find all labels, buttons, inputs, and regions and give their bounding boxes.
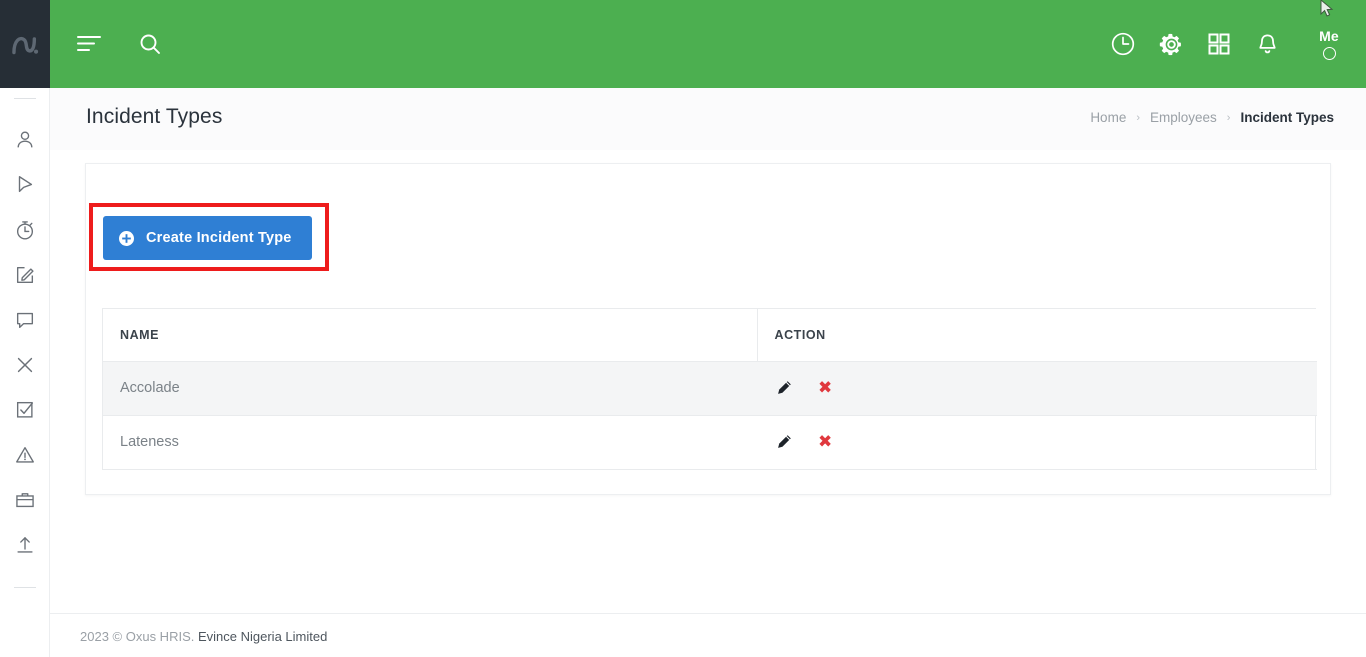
sidebar-item-warning[interactable] bbox=[2, 432, 48, 477]
sidebar-item-upload[interactable] bbox=[2, 522, 48, 567]
clock-icon[interactable] bbox=[1106, 27, 1140, 61]
breadcrumb-separator-2: › bbox=[1226, 111, 1231, 124]
header-right-actions: Me bbox=[1106, 27, 1366, 61]
delete-x-icon[interactable]: ✖ bbox=[818, 433, 832, 451]
left-icon-rail bbox=[0, 88, 50, 657]
hamburger-menu-icon[interactable] bbox=[68, 22, 112, 66]
apps-grid-icon[interactable] bbox=[1202, 27, 1236, 61]
table-body: Accolade ✖ Lateness ✖ bbox=[103, 361, 1317, 470]
cursor-arrow-icon bbox=[18, 175, 32, 192]
pencil-edit-icon[interactable] bbox=[776, 434, 792, 450]
table-head: NAME ACTION bbox=[103, 309, 1317, 362]
main-content: Create Incident Type NAME ACTION Accolad… bbox=[50, 150, 1366, 613]
page-header: Incident Types Home › Employees › Incide… bbox=[50, 88, 1366, 150]
warning-triangle-icon bbox=[15, 446, 34, 463]
edit-note-icon bbox=[16, 266, 34, 283]
footer-company: Evince Nigeria Limited bbox=[197, 629, 328, 644]
app-root: Me Incident Types Home › Employees › Inc… bbox=[0, 0, 1366, 657]
sidebar-item-user[interactable] bbox=[2, 117, 48, 162]
checkbox-checked-icon bbox=[16, 401, 33, 418]
column-header-name: NAME bbox=[103, 309, 758, 362]
stopwatch-icon bbox=[16, 220, 33, 239]
incident-types-table-wrapper: NAME ACTION Accolade ✖ Lateness ✖ bbox=[102, 308, 1317, 470]
incident-types-card: Create Incident Type NAME ACTION Accolad… bbox=[85, 163, 1331, 495]
briefcase-icon bbox=[15, 492, 34, 507]
sidebar-item-chat[interactable] bbox=[2, 297, 48, 342]
breadcrumb-home[interactable]: Home bbox=[1090, 110, 1126, 125]
column-header-action: ACTION bbox=[757, 309, 1317, 362]
sidebar-item-stopwatch[interactable] bbox=[2, 207, 48, 252]
sidebar-item-edit-note[interactable] bbox=[2, 252, 48, 297]
top-header-bar: Me bbox=[50, 0, 1366, 88]
account-label: Me bbox=[1319, 27, 1339, 44]
search-icon[interactable] bbox=[128, 22, 172, 66]
sidebar-item-briefcase[interactable] bbox=[2, 477, 48, 522]
chat-bubble-icon bbox=[16, 312, 33, 328]
gear-icon[interactable] bbox=[1154, 27, 1188, 61]
rail-divider-top bbox=[13, 98, 36, 99]
breadcrumb: Home › Employees › Incident Types bbox=[1090, 110, 1334, 125]
row-action-group: ✖ bbox=[774, 379, 1317, 397]
sidebar-item-checklist[interactable] bbox=[2, 387, 48, 432]
upload-arrow-icon bbox=[16, 536, 33, 553]
avatar-circle-icon bbox=[1322, 46, 1336, 60]
header-left-actions bbox=[50, 22, 172, 66]
create-incident-type-label: Create Incident Type bbox=[146, 230, 292, 246]
delete-x-icon[interactable]: ✖ bbox=[818, 379, 832, 397]
table-header-row: NAME ACTION bbox=[103, 309, 1317, 362]
cell-name: Lateness bbox=[103, 415, 757, 470]
footer-copyright: 2023 © Oxus HRIS. bbox=[80, 629, 195, 644]
notification-bell-icon[interactable] bbox=[1250, 27, 1284, 61]
page-footer: 2023 © Oxus HRIS. Evince Nigeria Limited bbox=[50, 613, 1366, 657]
footer-text: 2023 © Oxus HRIS. Evince Nigeria Limited bbox=[80, 629, 327, 644]
table-row: Lateness ✖ bbox=[103, 415, 1317, 470]
cell-name: Accolade bbox=[103, 361, 757, 416]
breadcrumb-separator-1: › bbox=[1136, 111, 1140, 124]
oxus-wave-logo-icon bbox=[12, 36, 39, 55]
close-x-icon bbox=[17, 357, 32, 372]
breadcrumb-current: Incident Types bbox=[1240, 110, 1334, 125]
sidebar-item-cursor[interactable] bbox=[2, 162, 48, 207]
plus-circle-icon bbox=[119, 230, 134, 246]
sidebar-item-close[interactable] bbox=[2, 342, 48, 387]
row-action-group: ✖ bbox=[774, 433, 1317, 451]
user-icon bbox=[17, 131, 32, 147]
page-title: Incident Types bbox=[86, 105, 223, 128]
cell-action: ✖ bbox=[757, 415, 1317, 470]
breadcrumb-employees[interactable]: Employees bbox=[1150, 110, 1217, 125]
create-incident-type-button[interactable]: Create Incident Type bbox=[103, 216, 312, 260]
rail-divider-bottom bbox=[13, 587, 36, 588]
incident-types-table: NAME ACTION Accolade ✖ Lateness ✖ bbox=[103, 309, 1317, 470]
account-menu[interactable]: Me bbox=[1306, 27, 1352, 60]
pencil-edit-icon[interactable] bbox=[776, 380, 792, 396]
table-row: Accolade ✖ bbox=[103, 361, 1317, 416]
app-logo-panel[interactable] bbox=[0, 0, 50, 88]
cell-action: ✖ bbox=[757, 361, 1317, 416]
